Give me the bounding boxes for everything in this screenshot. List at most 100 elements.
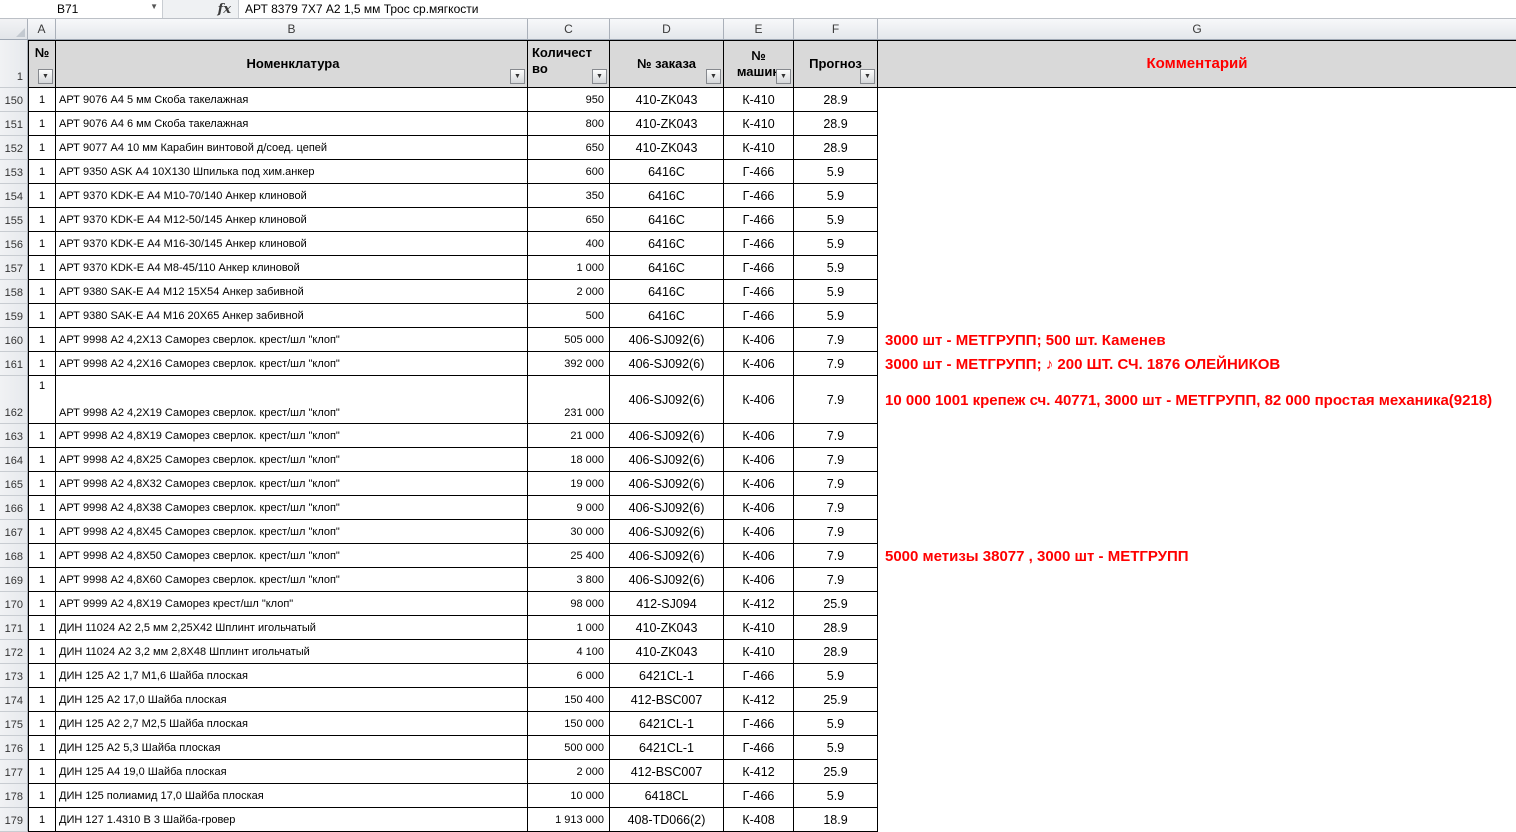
- cell-E165[interactable]: К-406: [724, 472, 794, 496]
- cell-A165[interactable]: 1: [28, 472, 56, 496]
- column-header-D[interactable]: D: [610, 19, 724, 39]
- cell-A176[interactable]: 1: [28, 736, 56, 760]
- cell-A159[interactable]: 1: [28, 304, 56, 328]
- cell-G152[interactable]: [878, 136, 1516, 160]
- cell-E153[interactable]: Г-466: [724, 160, 794, 184]
- cell-C151[interactable]: 800: [528, 112, 610, 136]
- cell-A175[interactable]: 1: [28, 712, 56, 736]
- header-cell-E[interactable]: № машин▼: [724, 40, 794, 88]
- cell-D157[interactable]: 6416C: [610, 256, 724, 280]
- cell-F166[interactable]: 7.9: [794, 496, 878, 520]
- row-header-165[interactable]: 165: [0, 472, 28, 496]
- cell-A179[interactable]: 1: [28, 808, 56, 832]
- filter-dropdown-icon-A[interactable]: ▼: [38, 69, 53, 84]
- cell-G179[interactable]: [878, 808, 1516, 832]
- cell-D174[interactable]: 412-BSC007: [610, 688, 724, 712]
- cell-D159[interactable]: 6416C: [610, 304, 724, 328]
- cell-A174[interactable]: 1: [28, 688, 56, 712]
- cell-F162[interactable]: 7.9: [794, 376, 878, 424]
- cell-E179[interactable]: К-408: [724, 808, 794, 832]
- cell-F176[interactable]: 5.9: [794, 736, 878, 760]
- cell-C175[interactable]: 150 000: [528, 712, 610, 736]
- cell-D156[interactable]: 6416C: [610, 232, 724, 256]
- cell-B175[interactable]: ДИН 125 А2 2,7 М2,5 Шайба плоская: [56, 712, 528, 736]
- cell-C150[interactable]: 950: [528, 88, 610, 112]
- header-cell-B[interactable]: Номенклатура▼: [56, 40, 528, 88]
- cell-G170[interactable]: [878, 592, 1516, 616]
- cell-F171[interactable]: 28.9: [794, 616, 878, 640]
- cell-B150[interactable]: АРТ 9076 А4 5 мм Скоба такелажная: [56, 88, 528, 112]
- row-header-163[interactable]: 163: [0, 424, 28, 448]
- cell-B177[interactable]: ДИН 125 А4 19,0 Шайба плоская: [56, 760, 528, 784]
- cell-A153[interactable]: 1: [28, 160, 56, 184]
- cell-A160[interactable]: 1: [28, 328, 56, 352]
- name-box[interactable]: B71 ▼: [0, 0, 163, 18]
- row-header-172[interactable]: 172: [0, 640, 28, 664]
- cell-G163[interactable]: [878, 424, 1516, 448]
- cell-E177[interactable]: К-412: [724, 760, 794, 784]
- cell-G172[interactable]: [878, 640, 1516, 664]
- cell-B164[interactable]: АРТ 9998 А2 4,8Х25 Саморез сверлок. крес…: [56, 448, 528, 472]
- cell-B162[interactable]: АРТ 9998 А2 4,2Х19 Саморез сверлок. крес…: [56, 376, 528, 424]
- cell-G159[interactable]: [878, 304, 1516, 328]
- filter-dropdown-icon-E[interactable]: ▼: [776, 69, 791, 84]
- cell-B154[interactable]: АРТ 9370 KDK-E А4 М10-70/140 Анкер клино…: [56, 184, 528, 208]
- cell-G177[interactable]: [878, 760, 1516, 784]
- cell-A170[interactable]: 1: [28, 592, 56, 616]
- cell-D169[interactable]: 406-SJ092(6): [610, 568, 724, 592]
- cell-C163[interactable]: 21 000: [528, 424, 610, 448]
- cell-A167[interactable]: 1: [28, 520, 56, 544]
- cell-A156[interactable]: 1: [28, 232, 56, 256]
- cell-A162[interactable]: 1: [28, 376, 56, 424]
- cell-E172[interactable]: К-410: [724, 640, 794, 664]
- cell-B152[interactable]: АРТ 9077 А4 10 мм Карабин винтовой д/сое…: [56, 136, 528, 160]
- cell-F154[interactable]: 5.9: [794, 184, 878, 208]
- cell-A151[interactable]: 1: [28, 112, 56, 136]
- cell-C177[interactable]: 2 000: [528, 760, 610, 784]
- cell-E151[interactable]: К-410: [724, 112, 794, 136]
- cell-C155[interactable]: 650: [528, 208, 610, 232]
- row-header-155[interactable]: 155: [0, 208, 28, 232]
- header-cell-D[interactable]: № заказа▼: [610, 40, 724, 88]
- cell-C164[interactable]: 18 000: [528, 448, 610, 472]
- cell-C162[interactable]: 231 000: [528, 376, 610, 424]
- cell-B169[interactable]: АРТ 9998 А2 4,8Х60 Саморез сверлок. крес…: [56, 568, 528, 592]
- cell-B161[interactable]: АРТ 9998 А2 4,2Х16 Саморез сверлок. крес…: [56, 352, 528, 376]
- cell-B178[interactable]: ДИН 125 полиамид 17,0 Шайба плоская: [56, 784, 528, 808]
- cell-B170[interactable]: АРТ 9999 А2 4,8Х19 Саморез крест/шл "кло…: [56, 592, 528, 616]
- cell-E173[interactable]: Г-466: [724, 664, 794, 688]
- cell-B159[interactable]: АРТ 9380 SAK-E А4 М16 20Х65 Анкер забивн…: [56, 304, 528, 328]
- row-header-1[interactable]: 1: [0, 40, 28, 88]
- cell-F161[interactable]: 7.9: [794, 352, 878, 376]
- row-header-152[interactable]: 152: [0, 136, 28, 160]
- cell-B179[interactable]: ДИН 127 1.4310 В 3 Шайба-гровер: [56, 808, 528, 832]
- cell-C166[interactable]: 9 000: [528, 496, 610, 520]
- cell-C165[interactable]: 19 000: [528, 472, 610, 496]
- column-header-E[interactable]: E: [724, 19, 794, 39]
- cell-G166[interactable]: [878, 496, 1516, 520]
- cell-B168[interactable]: АРТ 9998 А2 4,8Х50 Саморез сверлок. крес…: [56, 544, 528, 568]
- cell-G171[interactable]: [878, 616, 1516, 640]
- row-header-166[interactable]: 166: [0, 496, 28, 520]
- column-header-C[interactable]: C: [528, 19, 610, 39]
- row-header-162[interactable]: 162: [0, 376, 28, 424]
- cell-C156[interactable]: 400: [528, 232, 610, 256]
- cell-D165[interactable]: 406-SJ092(6): [610, 472, 724, 496]
- cell-A177[interactable]: 1: [28, 760, 56, 784]
- cell-F178[interactable]: 5.9: [794, 784, 878, 808]
- cell-G176[interactable]: [878, 736, 1516, 760]
- cell-B176[interactable]: ДИН 125 А2 5,3 Шайба плоская: [56, 736, 528, 760]
- cell-E155[interactable]: Г-466: [724, 208, 794, 232]
- row-header-167[interactable]: 167: [0, 520, 28, 544]
- cell-F157[interactable]: 5.9: [794, 256, 878, 280]
- cell-A166[interactable]: 1: [28, 496, 56, 520]
- cell-A152[interactable]: 1: [28, 136, 56, 160]
- cell-B151[interactable]: АРТ 9076 А4 6 мм Скоба такелажная: [56, 112, 528, 136]
- cell-B171[interactable]: ДИН 11024 А2 2,5 мм 2,25Х42 Шплинт иголь…: [56, 616, 528, 640]
- row-header-161[interactable]: 161: [0, 352, 28, 376]
- cell-A154[interactable]: 1: [28, 184, 56, 208]
- cell-D166[interactable]: 406-SJ092(6): [610, 496, 724, 520]
- cell-B156[interactable]: АРТ 9370 KDK-E А4 М16-30/145 Анкер клино…: [56, 232, 528, 256]
- cell-F179[interactable]: 18.9: [794, 808, 878, 832]
- cell-F158[interactable]: 5.9: [794, 280, 878, 304]
